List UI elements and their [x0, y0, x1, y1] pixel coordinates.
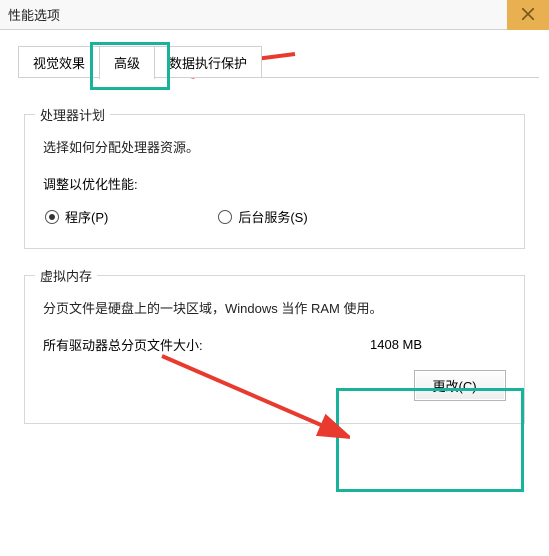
close-icon — [522, 8, 534, 23]
tab-advanced[interactable]: 高级 — [99, 46, 155, 79]
vm-desc: 分页文件是硬盘上的一块区域，Windows 当作 RAM 使用。 — [43, 298, 506, 317]
radio-row: 程序(P) 后台服务(S) — [43, 207, 506, 226]
adjust-label: 调整以优化性能: — [43, 174, 506, 193]
group-vm-title: 虚拟内存 — [35, 266, 97, 285]
vm-button-row: 更改(C)... — [43, 370, 506, 401]
radio-programs[interactable]: 程序(P) — [45, 207, 108, 226]
window-title: 性能选项 — [8, 5, 60, 24]
tab-visual-effects[interactable]: 视觉效果 — [18, 46, 100, 78]
change-button[interactable]: 更改(C)... — [414, 370, 506, 401]
radio-dot-icon — [218, 210, 232, 224]
titlebar: 性能选项 — [0, 0, 549, 30]
tab-row: 视觉效果 高级 数据执行保护 — [0, 30, 549, 78]
radio-dot-icon — [45, 210, 59, 224]
radio-services-label: 后台服务(S) — [238, 207, 307, 226]
tab-content: 处理器计划 选择如何分配处理器资源。 调整以优化性能: 程序(P) 后台服务(S… — [0, 78, 549, 434]
tab-dep[interactable]: 数据执行保护 — [154, 46, 262, 78]
close-button[interactable] — [507, 0, 549, 30]
group-virtual-memory: 虚拟内存 分页文件是硬盘上的一块区域，Windows 当作 RAM 使用。 所有… — [24, 275, 525, 424]
tab-divider — [18, 77, 539, 78]
radio-programs-label: 程序(P) — [65, 207, 108, 226]
vm-total-label: 所有驱动器总分页文件大小: — [43, 335, 356, 354]
group-processor-title: 处理器计划 — [35, 105, 110, 124]
group-processor: 处理器计划 选择如何分配处理器资源。 调整以优化性能: 程序(P) 后台服务(S… — [24, 114, 525, 249]
vm-total-row: 所有驱动器总分页文件大小: 1408 MB — [43, 335, 506, 354]
vm-total-value: 1408 MB — [356, 337, 506, 352]
radio-background-services[interactable]: 后台服务(S) — [218, 207, 307, 226]
processor-desc: 选择如何分配处理器资源。 — [43, 137, 506, 156]
